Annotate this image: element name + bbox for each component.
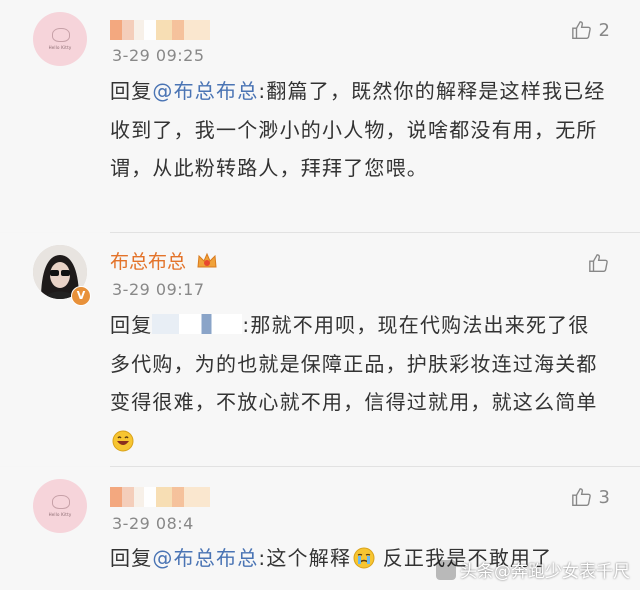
mention-blurred[interactable] [152, 314, 243, 334]
like-button[interactable]: 3 [571, 485, 610, 509]
reply-prefix: 回复 [110, 79, 153, 103]
kitty-face-icon [52, 495, 70, 509]
comment-item: Hello Kitty 3-29 08:4 3 回复@布总布总:这个解释 反正我… [0, 467, 640, 590]
comment-username[interactable]: 布总布总 [110, 250, 218, 274]
crying-emoji-icon [353, 547, 375, 569]
comment-item: Hello Kitty 3-29 09:25 2 回复@布总布总:翻篇了，既然你… [0, 0, 640, 232]
username-blurred[interactable] [110, 20, 210, 40]
avatar[interactable]: Hello Kitty [33, 479, 87, 533]
comment-item: V 布总布总 3-29 09:17 回复:那就不用呗，现在代购法出来死了很多代购… [0, 233, 640, 466]
mention-link[interactable]: @布总布总 [152, 546, 258, 570]
username-blurred[interactable] [110, 487, 210, 507]
watermark: 头条@奔跑少女表千尺 [436, 557, 630, 582]
comment-text: :这个解释 [258, 546, 352, 570]
thumbs-up-icon [571, 488, 591, 506]
verified-badge: V [71, 286, 91, 306]
like-button[interactable]: 2 [571, 18, 610, 42]
comment-time: 3-29 08:4 [112, 514, 194, 533]
avatar-caption: Hello Kitty [48, 512, 72, 517]
toutiao-logo-icon [436, 559, 456, 580]
thumbs-up-icon [571, 21, 591, 39]
avatar[interactable]: Hello Kitty [33, 12, 87, 66]
reply-prefix: 回复 [110, 546, 153, 570]
kitty-face-icon [52, 28, 70, 42]
comment-time: 3-29 09:25 [112, 46, 205, 65]
comment-body: 回复@布总布总:翻篇了，既然你的解释是这样我已经收到了，我一个渺小的小人物，说啥… [110, 72, 610, 188]
comment-time: 3-29 09:17 [112, 280, 205, 299]
grinning-emoji-icon [112, 430, 134, 451]
time-text: 3-29 09:17 [112, 280, 205, 299]
avatar-caption: Hello Kitty [48, 45, 72, 50]
watermark-text: 头条@奔跑少女表千尺 [460, 562, 630, 582]
thumbs-up-icon [589, 254, 608, 272]
mention-link[interactable]: @布总布总 [152, 79, 258, 103]
like-button[interactable] [588, 251, 610, 275]
comment-body: 回复:那就不用呗，现在代购法出来死了很多代购，为的也就是保障正品，护肤彩妆连过海… [110, 306, 610, 460]
username-text: 布总布总 [110, 251, 187, 273]
crown-badge-icon [197, 252, 217, 268]
reply-prefix: 回复 [110, 313, 153, 337]
like-count: 2 [598, 19, 610, 41]
time-text: 3-29 08:4 [112, 514, 194, 533]
like-count: 3 [598, 486, 610, 508]
